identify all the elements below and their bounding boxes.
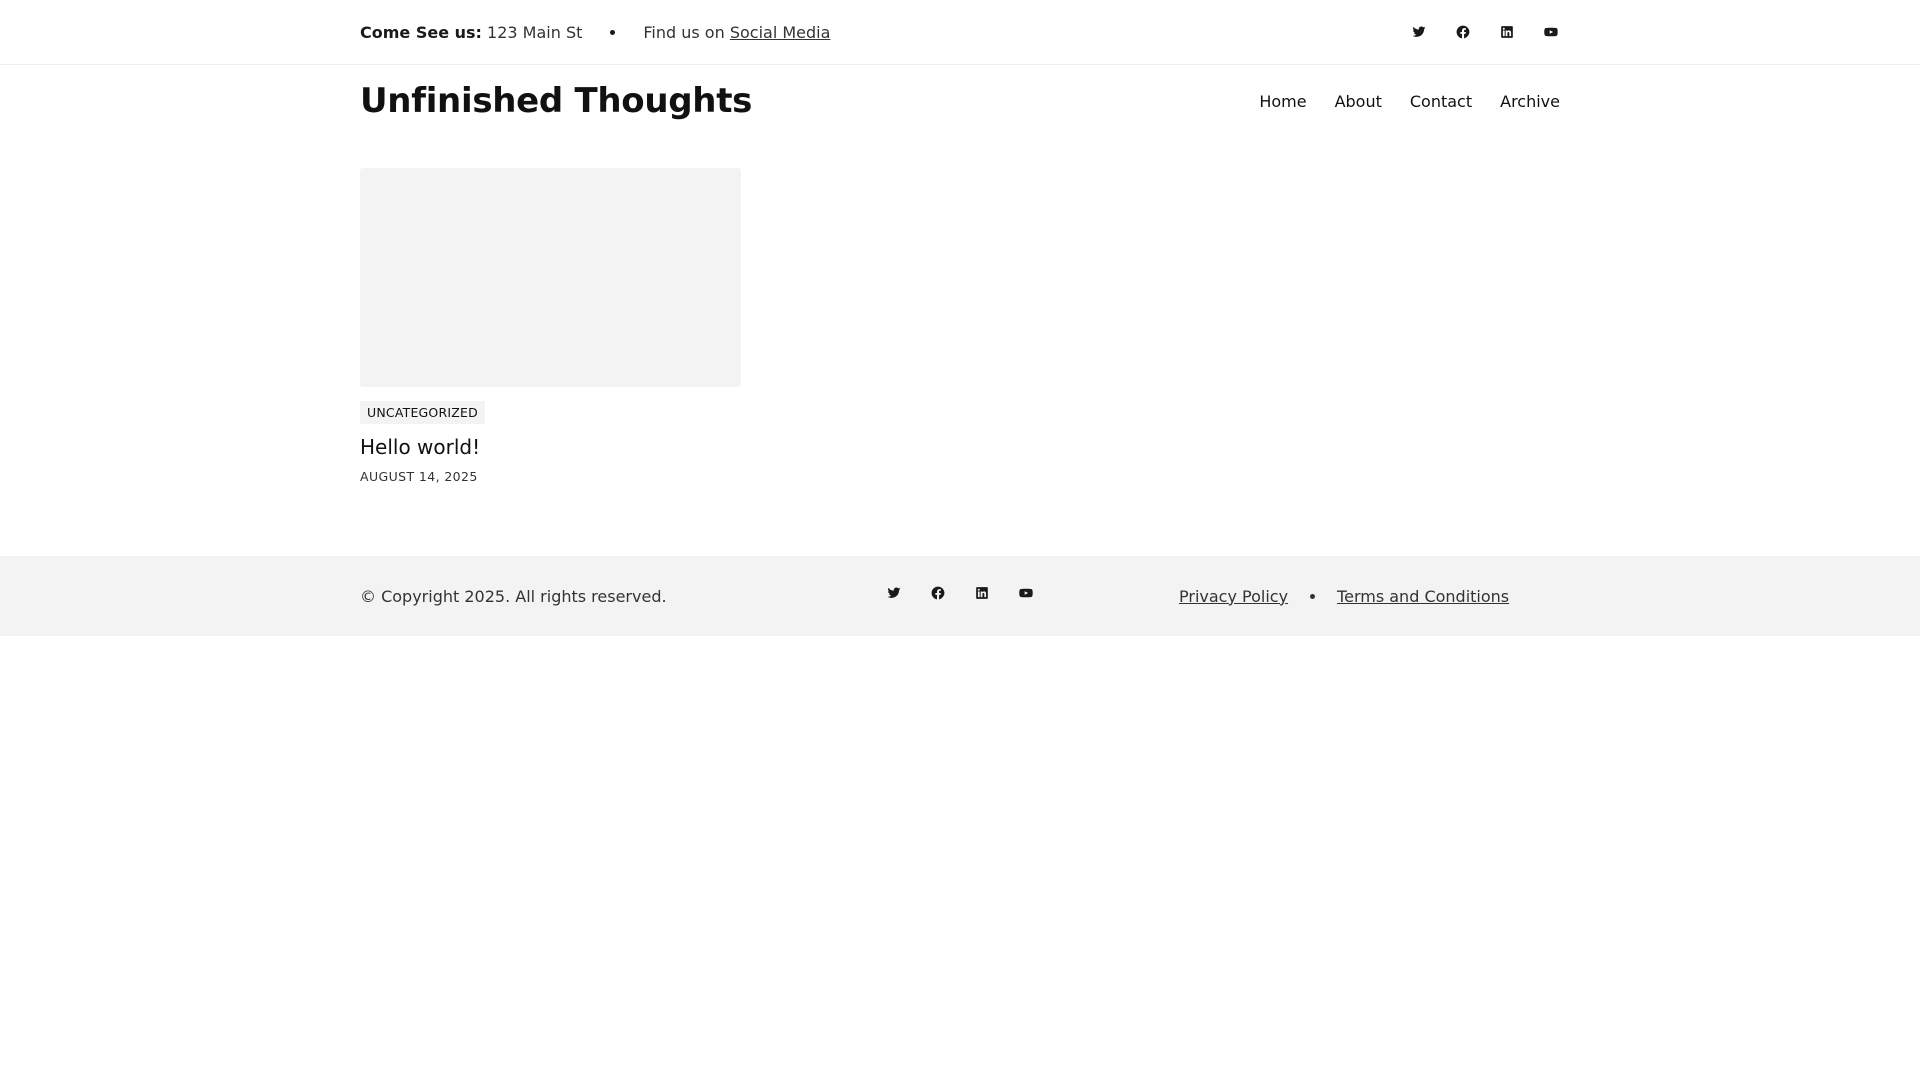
facebook-icon[interactable] bbox=[1454, 23, 1472, 41]
post-thumbnail[interactable] bbox=[360, 168, 741, 387]
main-content: UNCATEGORIZED Hello world! AUGUST 14, 20… bbox=[0, 145, 1920, 556]
nav-about[interactable]: About bbox=[1335, 92, 1382, 111]
footer-links: Privacy Policy Terms and Conditions bbox=[1179, 556, 1509, 636]
site-header-inner: Unfinished Thoughts Home About Contact A… bbox=[360, 81, 1560, 121]
category-badge[interactable]: UNCATEGORIZED bbox=[360, 401, 485, 424]
twitter-icon[interactable] bbox=[1410, 23, 1428, 41]
facebook-icon[interactable] bbox=[929, 584, 947, 602]
linkedin-icon[interactable] bbox=[973, 584, 991, 602]
nav-home[interactable]: Home bbox=[1259, 92, 1306, 111]
address-text: 123 Main St bbox=[487, 22, 583, 42]
social-media-link[interactable]: Social Media bbox=[730, 23, 831, 42]
top-bar-inner: Come See us: 123 Main St Find us on Soci… bbox=[360, 0, 1560, 64]
site-footer: © Copyright 2025. All rights reserved. P… bbox=[0, 556, 1920, 636]
youtube-icon[interactable] bbox=[1542, 23, 1560, 41]
post-card: UNCATEGORIZED Hello world! AUGUST 14, 20… bbox=[360, 168, 741, 484]
top-bar: Come See us: 123 Main St Find us on Soci… bbox=[0, 0, 1920, 65]
copyright-text: © Copyright 2025. All rights reserved. bbox=[360, 586, 667, 606]
site-title[interactable]: Unfinished Thoughts bbox=[360, 81, 752, 121]
nav-archive[interactable]: Archive bbox=[1500, 92, 1560, 111]
post-title-link[interactable]: Hello world! bbox=[360, 435, 480, 459]
post-title: Hello world! bbox=[360, 435, 741, 459]
post-date: AUGUST 14, 2025 bbox=[360, 469, 478, 484]
linkedin-icon[interactable] bbox=[1498, 23, 1516, 41]
find-us-text: Find us on bbox=[643, 22, 725, 42]
top-bar-info: Come See us: 123 Main St Find us on Soci… bbox=[360, 23, 830, 42]
separator-dot bbox=[610, 29, 616, 35]
nav-contact[interactable]: Contact bbox=[1410, 92, 1472, 111]
site-header: Unfinished Thoughts Home About Contact A… bbox=[0, 65, 1920, 145]
main-nav: Home About Contact Archive bbox=[1259, 92, 1560, 111]
twitter-icon[interactable] bbox=[885, 584, 903, 602]
terms-link[interactable]: Terms and Conditions bbox=[1337, 587, 1509, 606]
separator-dot bbox=[1310, 593, 1316, 599]
top-social-icons bbox=[1410, 23, 1560, 41]
footer-social-icons bbox=[885, 584, 1035, 602]
youtube-icon[interactable] bbox=[1017, 584, 1035, 602]
visit-label: Come See us: bbox=[360, 22, 482, 42]
privacy-policy-link[interactable]: Privacy Policy bbox=[1179, 587, 1288, 606]
